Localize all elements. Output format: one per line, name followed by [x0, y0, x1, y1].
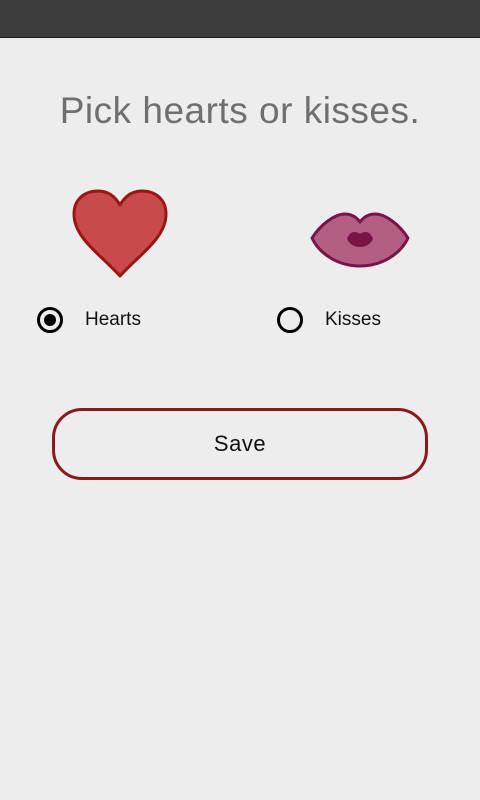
status-bar	[0, 0, 480, 38]
kisses-radio[interactable]	[277, 307, 303, 333]
lips-icon	[310, 212, 410, 268]
page-title: Pick hearts or kisses.	[59, 90, 421, 131]
kisses-label: Kisses	[325, 309, 381, 330]
kisses-option[interactable]: Kisses	[277, 302, 457, 338]
heart-icon	[72, 189, 168, 278]
hearts-radio[interactable]	[37, 307, 63, 333]
save-button[interactable]: Save	[52, 408, 428, 480]
hearts-option[interactable]: Hearts	[37, 302, 217, 338]
hearts-label: Hearts	[85, 309, 141, 330]
